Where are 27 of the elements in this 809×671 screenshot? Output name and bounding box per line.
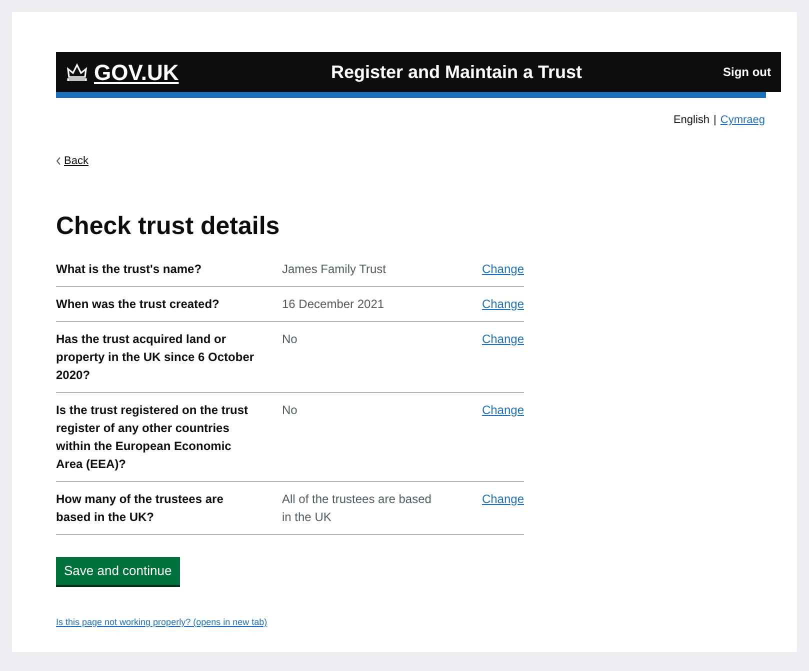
answer-value: No xyxy=(282,402,298,419)
question-label: Is the trust registered on the trust register of any other countries within the European Economic Area (EEA)? xyxy=(56,402,250,473)
save-and-continue-button[interactable]: Save and continue xyxy=(56,557,180,585)
page-heading: Check trust details xyxy=(56,210,281,242)
answer-value: All of the trustees are based in the UK xyxy=(282,491,432,526)
change-link[interactable]: Change xyxy=(482,295,524,313)
back-link[interactable]: Back xyxy=(56,152,88,169)
answer-value: James Family Trust xyxy=(282,261,388,278)
change-link[interactable]: Change xyxy=(482,490,524,508)
change-link[interactable]: Change xyxy=(482,260,524,278)
change-link[interactable]: Change xyxy=(482,330,524,348)
change-link[interactable]: Change xyxy=(482,401,524,419)
chevron-icon xyxy=(56,156,61,165)
service-name: Register and Maintain a Trust xyxy=(331,60,584,84)
question-label: How many of the trustees are based in the UK? xyxy=(56,491,224,526)
question-label: When was the trust created? xyxy=(56,296,220,313)
answer-value: No xyxy=(282,331,298,348)
language-link[interactable]: English xyxy=(673,112,710,128)
sign-out-link[interactable]: Sign out xyxy=(723,63,771,81)
question-label: Has the trust acquired land or property in the UK since 6 October 2020? xyxy=(56,331,256,384)
question-label: What is the trust's name? xyxy=(56,261,203,278)
language-link[interactable]: Cymraeg xyxy=(720,112,765,128)
help-link[interactable]: Is this page not working properly? (opens in new tab) xyxy=(56,617,268,627)
language-separator: | xyxy=(714,113,716,128)
logo-link[interactable]: GOV.UK xyxy=(94,56,179,88)
answer-value: 16 December 2021 xyxy=(282,296,386,313)
crown-icon xyxy=(66,63,88,81)
